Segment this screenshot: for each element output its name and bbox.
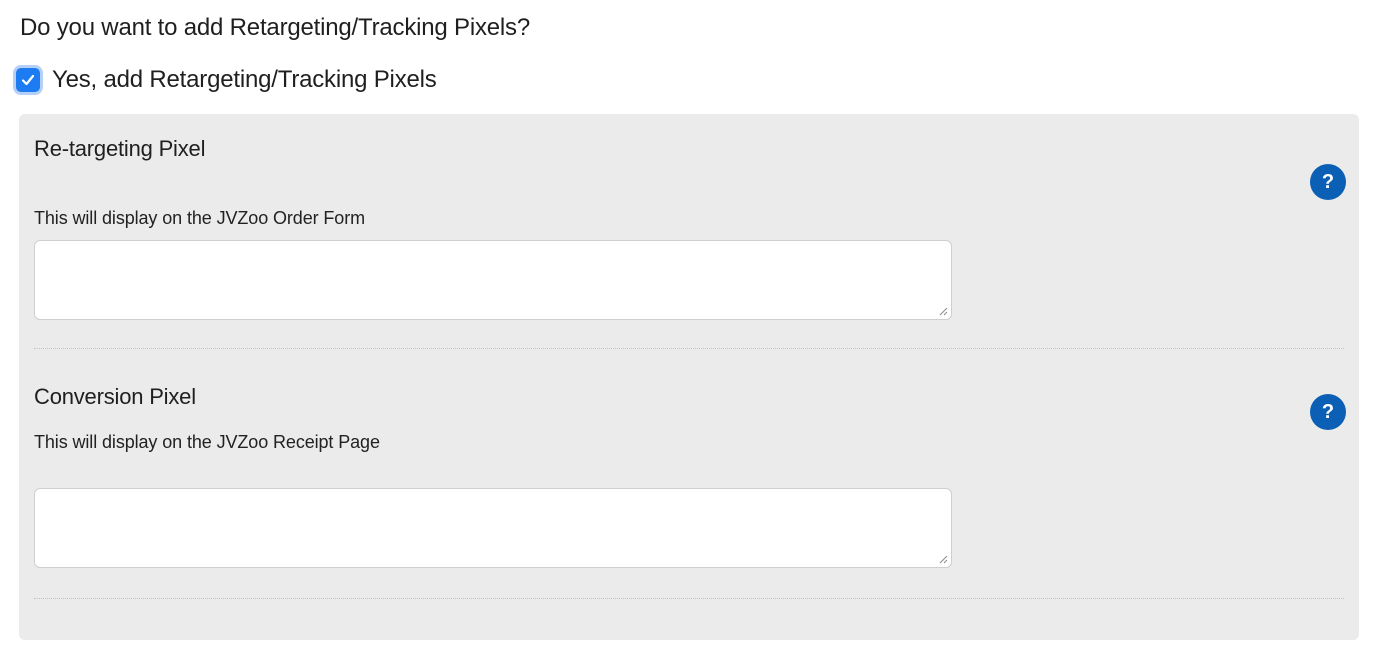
add-pixels-checkbox[interactable] xyxy=(16,68,40,92)
retargeting-pixel-textarea[interactable] xyxy=(34,240,952,320)
question-mark-icon: ? xyxy=(1321,400,1335,423)
conversion-help-icon[interactable]: ? xyxy=(1310,394,1346,430)
resize-grip-icon[interactable] xyxy=(938,306,948,316)
conversion-pixel-textarea[interactable] xyxy=(34,488,952,568)
retargeting-pixel-title: Re-targeting Pixel xyxy=(34,136,206,161)
conversion-pixel-subtitle: This will display on the JVZoo Receipt P… xyxy=(34,432,380,452)
retargeting-pixel-subtitle: This will display on the JVZoo Order For… xyxy=(34,208,366,228)
question-mark-icon: ? xyxy=(1321,170,1335,193)
resize-grip-icon[interactable] xyxy=(938,554,948,564)
retargeting-help-icon[interactable]: ? xyxy=(1310,164,1346,200)
add-pixels-checkbox-row[interactable]: Yes, add Retargeting/Tracking Pixels xyxy=(16,66,437,94)
check-icon xyxy=(21,74,35,86)
retargeting-pixel-section: Re-targeting Pixel This will display on … xyxy=(34,136,1346,366)
section-divider xyxy=(34,348,1344,349)
pixel-question: Do you want to add Retargeting/Tracking … xyxy=(20,14,530,41)
conversion-pixel-section: Conversion Pixel This will display on th… xyxy=(34,384,1346,614)
add-pixels-checkbox-label[interactable]: Yes, add Retargeting/Tracking Pixels xyxy=(52,66,437,94)
pixels-panel: Re-targeting Pixel This will display on … xyxy=(19,114,1359,640)
conversion-pixel-title: Conversion Pixel xyxy=(34,384,196,409)
section-divider xyxy=(34,598,1344,599)
